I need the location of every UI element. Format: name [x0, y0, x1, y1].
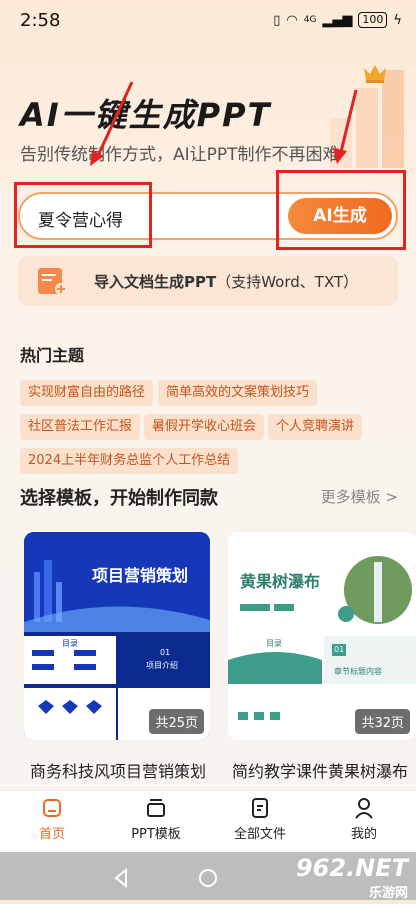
wifi-icon: ◠ — [286, 12, 298, 28]
thumb-block-label: 目录 — [266, 639, 282, 648]
hot-tag[interactable]: 暑假开学收心班会 — [144, 414, 265, 440]
template-icon — [147, 799, 165, 817]
signal-label: 4G — [303, 15, 317, 25]
page-count-badge: 共32页 — [355, 709, 410, 734]
templates-section-title: 选择模板，开始制作同款 — [20, 488, 218, 509]
template-caption[interactable]: 简约教学课件黄果树瀑布 — [232, 758, 408, 782]
status-icons: ▯ ◠ 4G ▂▄▆ 100 ϟ — [273, 12, 402, 28]
user-icon — [355, 798, 373, 819]
import-doc-icon — [38, 268, 67, 295]
status-bar: 2:58 ▯ ◠ 4G ▂▄▆ 100 ϟ — [0, 0, 416, 40]
page-title: AI一键生成PPT — [20, 96, 272, 134]
page-subtitle: 告别传统制作方式，AI让PPT制作不再困难 — [20, 145, 340, 165]
status-time: 2:58 — [20, 10, 61, 31]
watermark-brand: 962.NET — [295, 854, 408, 882]
tab-ppt-templates[interactable]: PPT模板 — [106, 797, 206, 842]
tab-label: 首页 — [38, 827, 65, 842]
page-count-badge: 共25页 — [149, 709, 204, 734]
tab-label: 我的 — [350, 827, 377, 842]
thumb-block-label: 01 — [160, 648, 171, 657]
annotation-box-button — [276, 170, 406, 250]
crown-icon[interactable] — [362, 62, 388, 84]
template-card[interactable]: 项目营销策划 目录 项目介绍 01 共25页 — [24, 532, 210, 740]
template-card[interactable]: 黄果树瀑布 目录 01 章节标题内容 共32页 — [228, 532, 416, 740]
home-nav-icon — [199, 869, 217, 887]
hot-tag[interactable]: 简单高效的文案策划技巧 — [158, 380, 318, 406]
bottom-tab-bar: 首页 PPT模板 全部文件 我的 — [0, 790, 416, 853]
tab-all-files[interactable]: 全部文件 — [210, 797, 310, 842]
watermark-sub: 乐游网 — [368, 886, 408, 901]
tab-mine[interactable]: 我的 — [314, 797, 414, 842]
hot-topics-title: 热门主题 — [20, 346, 85, 365]
import-document-button[interactable]: 导入文档生成PPT（支持Word、TXT） — [18, 256, 398, 306]
file-icon — [252, 798, 268, 818]
thumb-block-label: 章节标题内容 — [334, 667, 382, 676]
home-icon — [43, 799, 61, 817]
hot-tag[interactable]: 社区普法工作汇报 — [20, 414, 141, 440]
thumb-block-label: 目录 — [62, 639, 78, 648]
thumb-block-label: 项目介绍 — [146, 661, 178, 670]
hot-tag[interactable]: 2024上半年财务总监个人工作总结 — [20, 448, 239, 474]
hot-tag[interactable]: 个人竞聘演讲 — [268, 414, 363, 440]
import-hint: （支持Word、TXT） — [216, 273, 359, 291]
back-icon — [114, 867, 127, 889]
template-heading: 黄果树瀑布 — [240, 572, 321, 591]
template-heading: 项目营销策划 — [92, 566, 189, 585]
tab-home[interactable]: 首页 — [2, 797, 102, 842]
template-caption[interactable]: 商务科技风项目营销策划 — [30, 758, 206, 782]
tab-label: PPT模板 — [131, 827, 181, 842]
more-templates-link[interactable]: 更多模板 > — [321, 486, 398, 507]
tab-label: 全部文件 — [233, 827, 286, 842]
import-label: 导入文档生成PPT（支持Word、TXT） — [94, 273, 359, 291]
charging-icon: ϟ — [393, 12, 402, 28]
annotation-box-input — [14, 182, 152, 248]
signal-icon: ▂▄▆ — [322, 12, 353, 28]
thumb-block-label: 01 — [334, 645, 345, 654]
battery-icon: 100 — [358, 12, 388, 28]
hot-tag[interactable]: 实现财富自由的路径 — [20, 380, 154, 406]
watermark: 962.NET 乐游网 — [296, 854, 408, 901]
vibrate-icon: ▯ — [273, 12, 281, 28]
